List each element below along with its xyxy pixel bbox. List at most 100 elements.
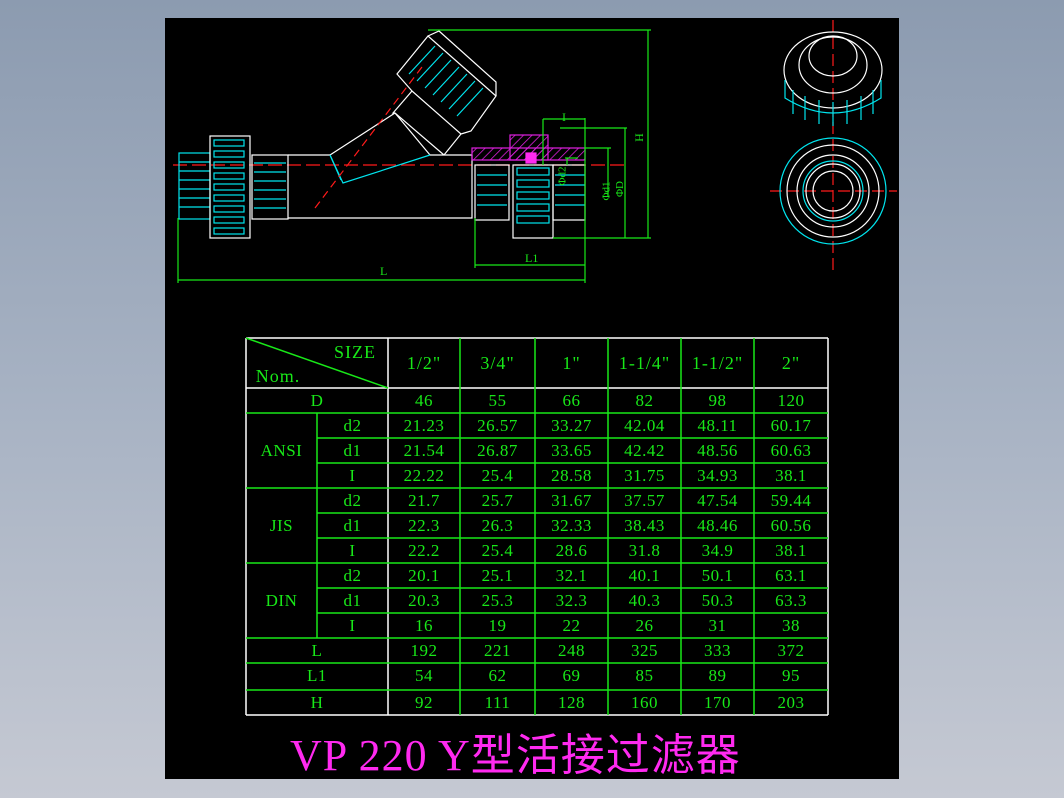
table-cell: 26.87 bbox=[477, 440, 518, 460]
table-cell: 32.1 bbox=[555, 565, 588, 585]
table-cell: 38 bbox=[782, 615, 800, 635]
strainer-cap bbox=[391, 35, 497, 156]
row-label: H bbox=[310, 692, 324, 712]
group-label: DIN bbox=[265, 590, 298, 610]
table-cell: 47.54 bbox=[697, 490, 738, 510]
table-cell: 63.1 bbox=[775, 565, 807, 585]
table-cell: 25.7 bbox=[481, 490, 514, 510]
table-cell: 31.8 bbox=[628, 540, 661, 560]
table-cell: 85 bbox=[635, 665, 654, 685]
table-cell: 20.3 bbox=[408, 590, 440, 610]
table-cell: 63.3 bbox=[775, 590, 807, 610]
table-cell: 25.4 bbox=[481, 465, 514, 485]
row-sub-label: I bbox=[349, 540, 356, 560]
table-cell: 28.58 bbox=[551, 465, 592, 485]
table-cell: 62 bbox=[488, 665, 507, 685]
table-cell: 46 bbox=[415, 390, 433, 410]
table-cell: 59.44 bbox=[770, 490, 812, 510]
table-cell: 92 bbox=[415, 692, 433, 712]
row-sub-label: d1 bbox=[343, 440, 362, 460]
table-cell: 192 bbox=[410, 640, 438, 660]
table-cell: 33.65 bbox=[551, 440, 592, 460]
table-cell: 170 bbox=[704, 692, 731, 712]
table-cell: 40.1 bbox=[628, 565, 661, 585]
table-cell: 22.2 bbox=[408, 540, 440, 560]
table-cell: 38.43 bbox=[624, 515, 665, 535]
table-cell: 21.23 bbox=[403, 415, 445, 435]
table-cell: 42.04 bbox=[624, 415, 665, 435]
table-cell: 32.33 bbox=[551, 515, 592, 535]
table-cell: 32.3 bbox=[555, 590, 588, 610]
table-cell: 60.56 bbox=[770, 515, 812, 535]
table-cell: 21.7 bbox=[408, 490, 440, 510]
table-cell: 20.1 bbox=[408, 565, 440, 585]
table-cell: 55 bbox=[488, 390, 507, 410]
table-cell: 26.3 bbox=[481, 515, 514, 535]
row-label: D bbox=[310, 390, 324, 410]
table-cell: 50.1 bbox=[701, 565, 734, 585]
size-header: 1-1/4" bbox=[618, 352, 671, 373]
table-cell: 28.6 bbox=[555, 540, 588, 560]
table-cell: 33.27 bbox=[551, 415, 592, 435]
size-header: 2" bbox=[781, 352, 801, 373]
table-cell: 26.57 bbox=[477, 415, 518, 435]
table-cell: 372 bbox=[777, 640, 805, 660]
table-cell: 50.3 bbox=[701, 590, 734, 610]
size-header: 3/4" bbox=[480, 352, 515, 373]
corner-size-label: SIZE bbox=[334, 341, 376, 362]
row-sub-label: d2 bbox=[343, 565, 362, 585]
row-sub-label: I bbox=[349, 615, 356, 635]
strainer-housing bbox=[329, 112, 445, 156]
table-cell: 21.54 bbox=[403, 440, 445, 460]
row-label: L bbox=[311, 640, 323, 660]
table-cell: 25.1 bbox=[481, 565, 514, 585]
table-cell: 120 bbox=[777, 390, 805, 410]
dim-label-L: L bbox=[380, 264, 388, 278]
row-sub-label: I bbox=[349, 465, 356, 485]
table-cell: 38.1 bbox=[775, 465, 807, 485]
table-cell: 34.9 bbox=[701, 540, 734, 560]
table-cell: 333 bbox=[704, 640, 731, 660]
table-cell: 69 bbox=[562, 665, 581, 685]
table-cell: 128 bbox=[558, 692, 585, 712]
table-cell: 37.57 bbox=[624, 490, 665, 510]
size-header: 1" bbox=[562, 352, 581, 373]
dim-label-I: I bbox=[562, 110, 566, 124]
corner-nom-label: Nom. bbox=[255, 365, 301, 386]
dim-label-L1: L1 bbox=[525, 251, 539, 265]
drawing-title: VP 220 Y型活接过滤器 bbox=[290, 731, 741, 780]
row-label: L1 bbox=[307, 665, 327, 685]
table-cell: 60.63 bbox=[770, 440, 812, 460]
table-cell: 38.1 bbox=[775, 540, 807, 560]
table-cell: 95 bbox=[782, 665, 800, 685]
right-union-section bbox=[471, 134, 586, 239]
table-cell: 31.67 bbox=[551, 490, 592, 510]
table-cell: 60.17 bbox=[770, 415, 812, 435]
table-cell: 19 bbox=[488, 615, 507, 635]
table-cell: 42.42 bbox=[624, 440, 665, 460]
table-cell: 48.11 bbox=[697, 415, 738, 435]
table-cell: 40.3 bbox=[628, 590, 661, 610]
table-cell: 111 bbox=[484, 692, 511, 712]
left-end-thread bbox=[178, 152, 211, 220]
dim-label-d1: Φd1 bbox=[600, 181, 613, 201]
table-cell: 160 bbox=[631, 692, 658, 712]
table-cell: 325 bbox=[631, 640, 658, 660]
table-cell: 26 bbox=[635, 615, 654, 635]
spec-table: SIZE Nom. 1/2" 3/4" 1" 1-1/4" 1-1/2" 2" D 46 55 66 8… bbox=[246, 338, 828, 715]
table-cell: 25.4 bbox=[481, 540, 514, 560]
table-cell: 31.75 bbox=[624, 465, 665, 485]
table-cell: 48.46 bbox=[697, 515, 738, 535]
table-cell: 22.22 bbox=[403, 465, 445, 485]
table-cell: 22.3 bbox=[408, 515, 440, 535]
table-cell: 203 bbox=[777, 692, 805, 712]
table-cell: 82 bbox=[635, 390, 654, 410]
side-view bbox=[770, 20, 897, 270]
group-label: JIS bbox=[269, 515, 294, 535]
row-sub-label: d2 bbox=[343, 415, 362, 435]
table-cell: 54 bbox=[415, 665, 433, 685]
size-header: 1-1/2" bbox=[691, 352, 744, 373]
table-cell: 221 bbox=[484, 640, 511, 660]
table-cell: 22 bbox=[562, 615, 581, 635]
row-sub-label: d1 bbox=[343, 515, 362, 535]
